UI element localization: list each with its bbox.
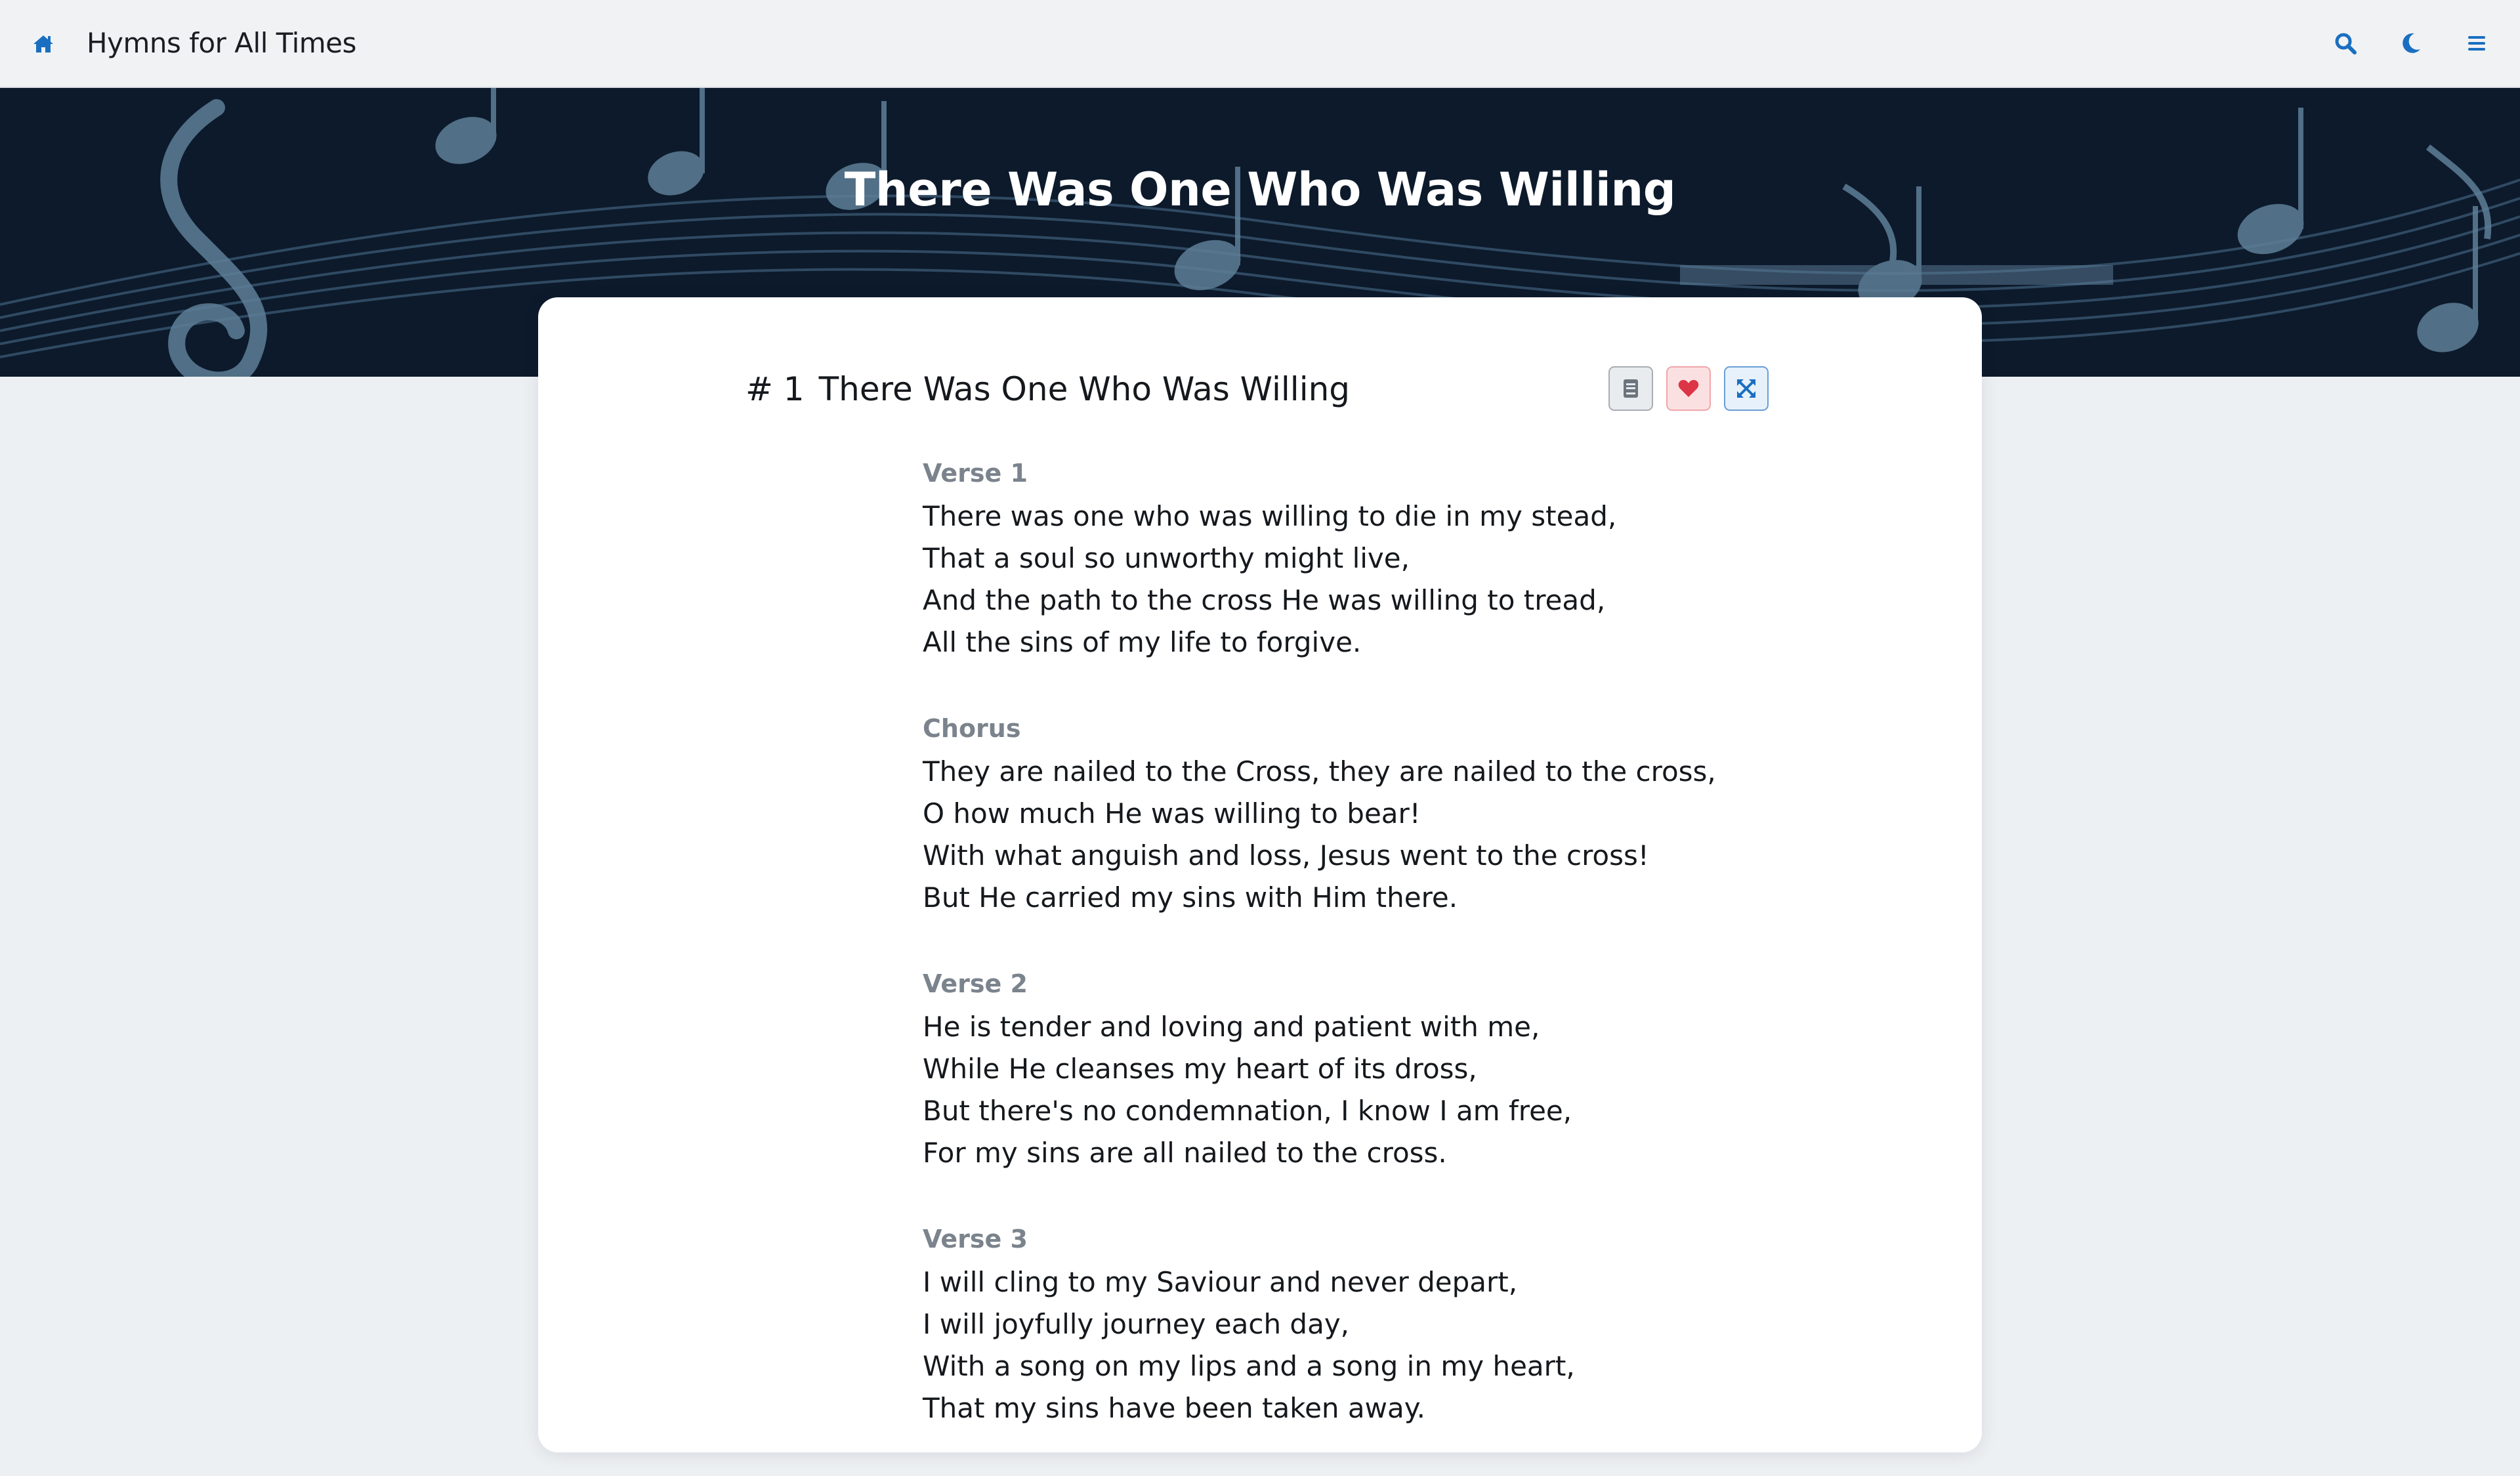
lyric-line: That a soul so unworthy might live,: [923, 542, 1410, 574]
lyric-line: O how much He was willing to bear!: [923, 797, 1421, 830]
lyrics: Verse 1 There was one who was willing to…: [923, 455, 1841, 1476]
heart-icon: [1678, 380, 1699, 397]
stanza-label: Verse 2: [923, 969, 1028, 998]
lyric-line: With a song on my lips and a song in my …: [923, 1350, 1575, 1382]
fullscreen-button[interactable]: [1724, 366, 1769, 411]
lyric-line: I will cling to my Saviour and never dep…: [923, 1266, 1518, 1298]
theme-toggle-button[interactable]: [2397, 29, 2426, 58]
search-icon: [2335, 33, 2357, 54]
hymn-heading: # 1 There Was One Who Was Willing: [746, 366, 1350, 412]
hymn-number: # 1: [746, 370, 805, 408]
lyric-line: They are nailed to the Cross, they are n…: [923, 755, 1716, 788]
home-icon: [33, 35, 53, 53]
stanza-verse-1: Verse 1 There was one who was willing to…: [923, 455, 1841, 664]
stanza-verse-3: Verse 3 I will cling to my Saviour and n…: [923, 1221, 1841, 1429]
stanza-chorus: Chorus They are nailed to the Cross, the…: [923, 710, 1841, 919]
stanza-label: Chorus: [923, 714, 1021, 743]
lyric-line: While He cleanses my heart of its dross,: [923, 1053, 1477, 1085]
lyric-line: That my sins have been taken away.: [923, 1392, 1425, 1424]
menu-button[interactable]: [2462, 29, 2491, 58]
book-icon: [1624, 379, 1638, 398]
print-button[interactable]: [1608, 366, 1653, 411]
lyric-line: But He carried my sins with Him there.: [923, 881, 1458, 914]
favorite-button[interactable]: [1666, 366, 1711, 411]
top-navbar: Hymns for All Times: [0, 0, 2520, 88]
moon-icon: [2403, 33, 2420, 53]
expand-icon: [1737, 379, 1755, 398]
lyric-line: And the path to the cross He was willing…: [923, 584, 1606, 616]
lyric-line: For my sins are all nailed to the cross.: [923, 1137, 1447, 1169]
lyric-line: But there's no condemnation, I know I am…: [923, 1095, 1572, 1127]
stanza-label: Verse 3: [923, 1225, 1028, 1254]
lyric-line: I will joyfully journey each day,: [923, 1308, 1350, 1340]
lyric-line: There was one who was willing to die in …: [923, 500, 1617, 532]
lyric-line: All the sins of my life to forgive.: [923, 626, 1362, 658]
search-button[interactable]: [2331, 29, 2360, 58]
lyric-line: He is tender and loving and patient with…: [923, 1011, 1540, 1043]
stanza-label: Verse 1: [923, 459, 1028, 488]
app-brand[interactable]: Hymns for All Times: [87, 24, 356, 63]
hero-title: There Was One Who Was Willing: [844, 163, 1676, 217]
stanza-verse-2: Verse 2 He is tender and loving and pati…: [923, 965, 1841, 1174]
lyric-line: With what anguish and loss, Jesus went t…: [923, 839, 1649, 872]
hymn-title: There Was One Who Was Willing: [818, 370, 1351, 408]
home-button[interactable]: [30, 31, 56, 57]
menu-icon: [2468, 36, 2485, 51]
